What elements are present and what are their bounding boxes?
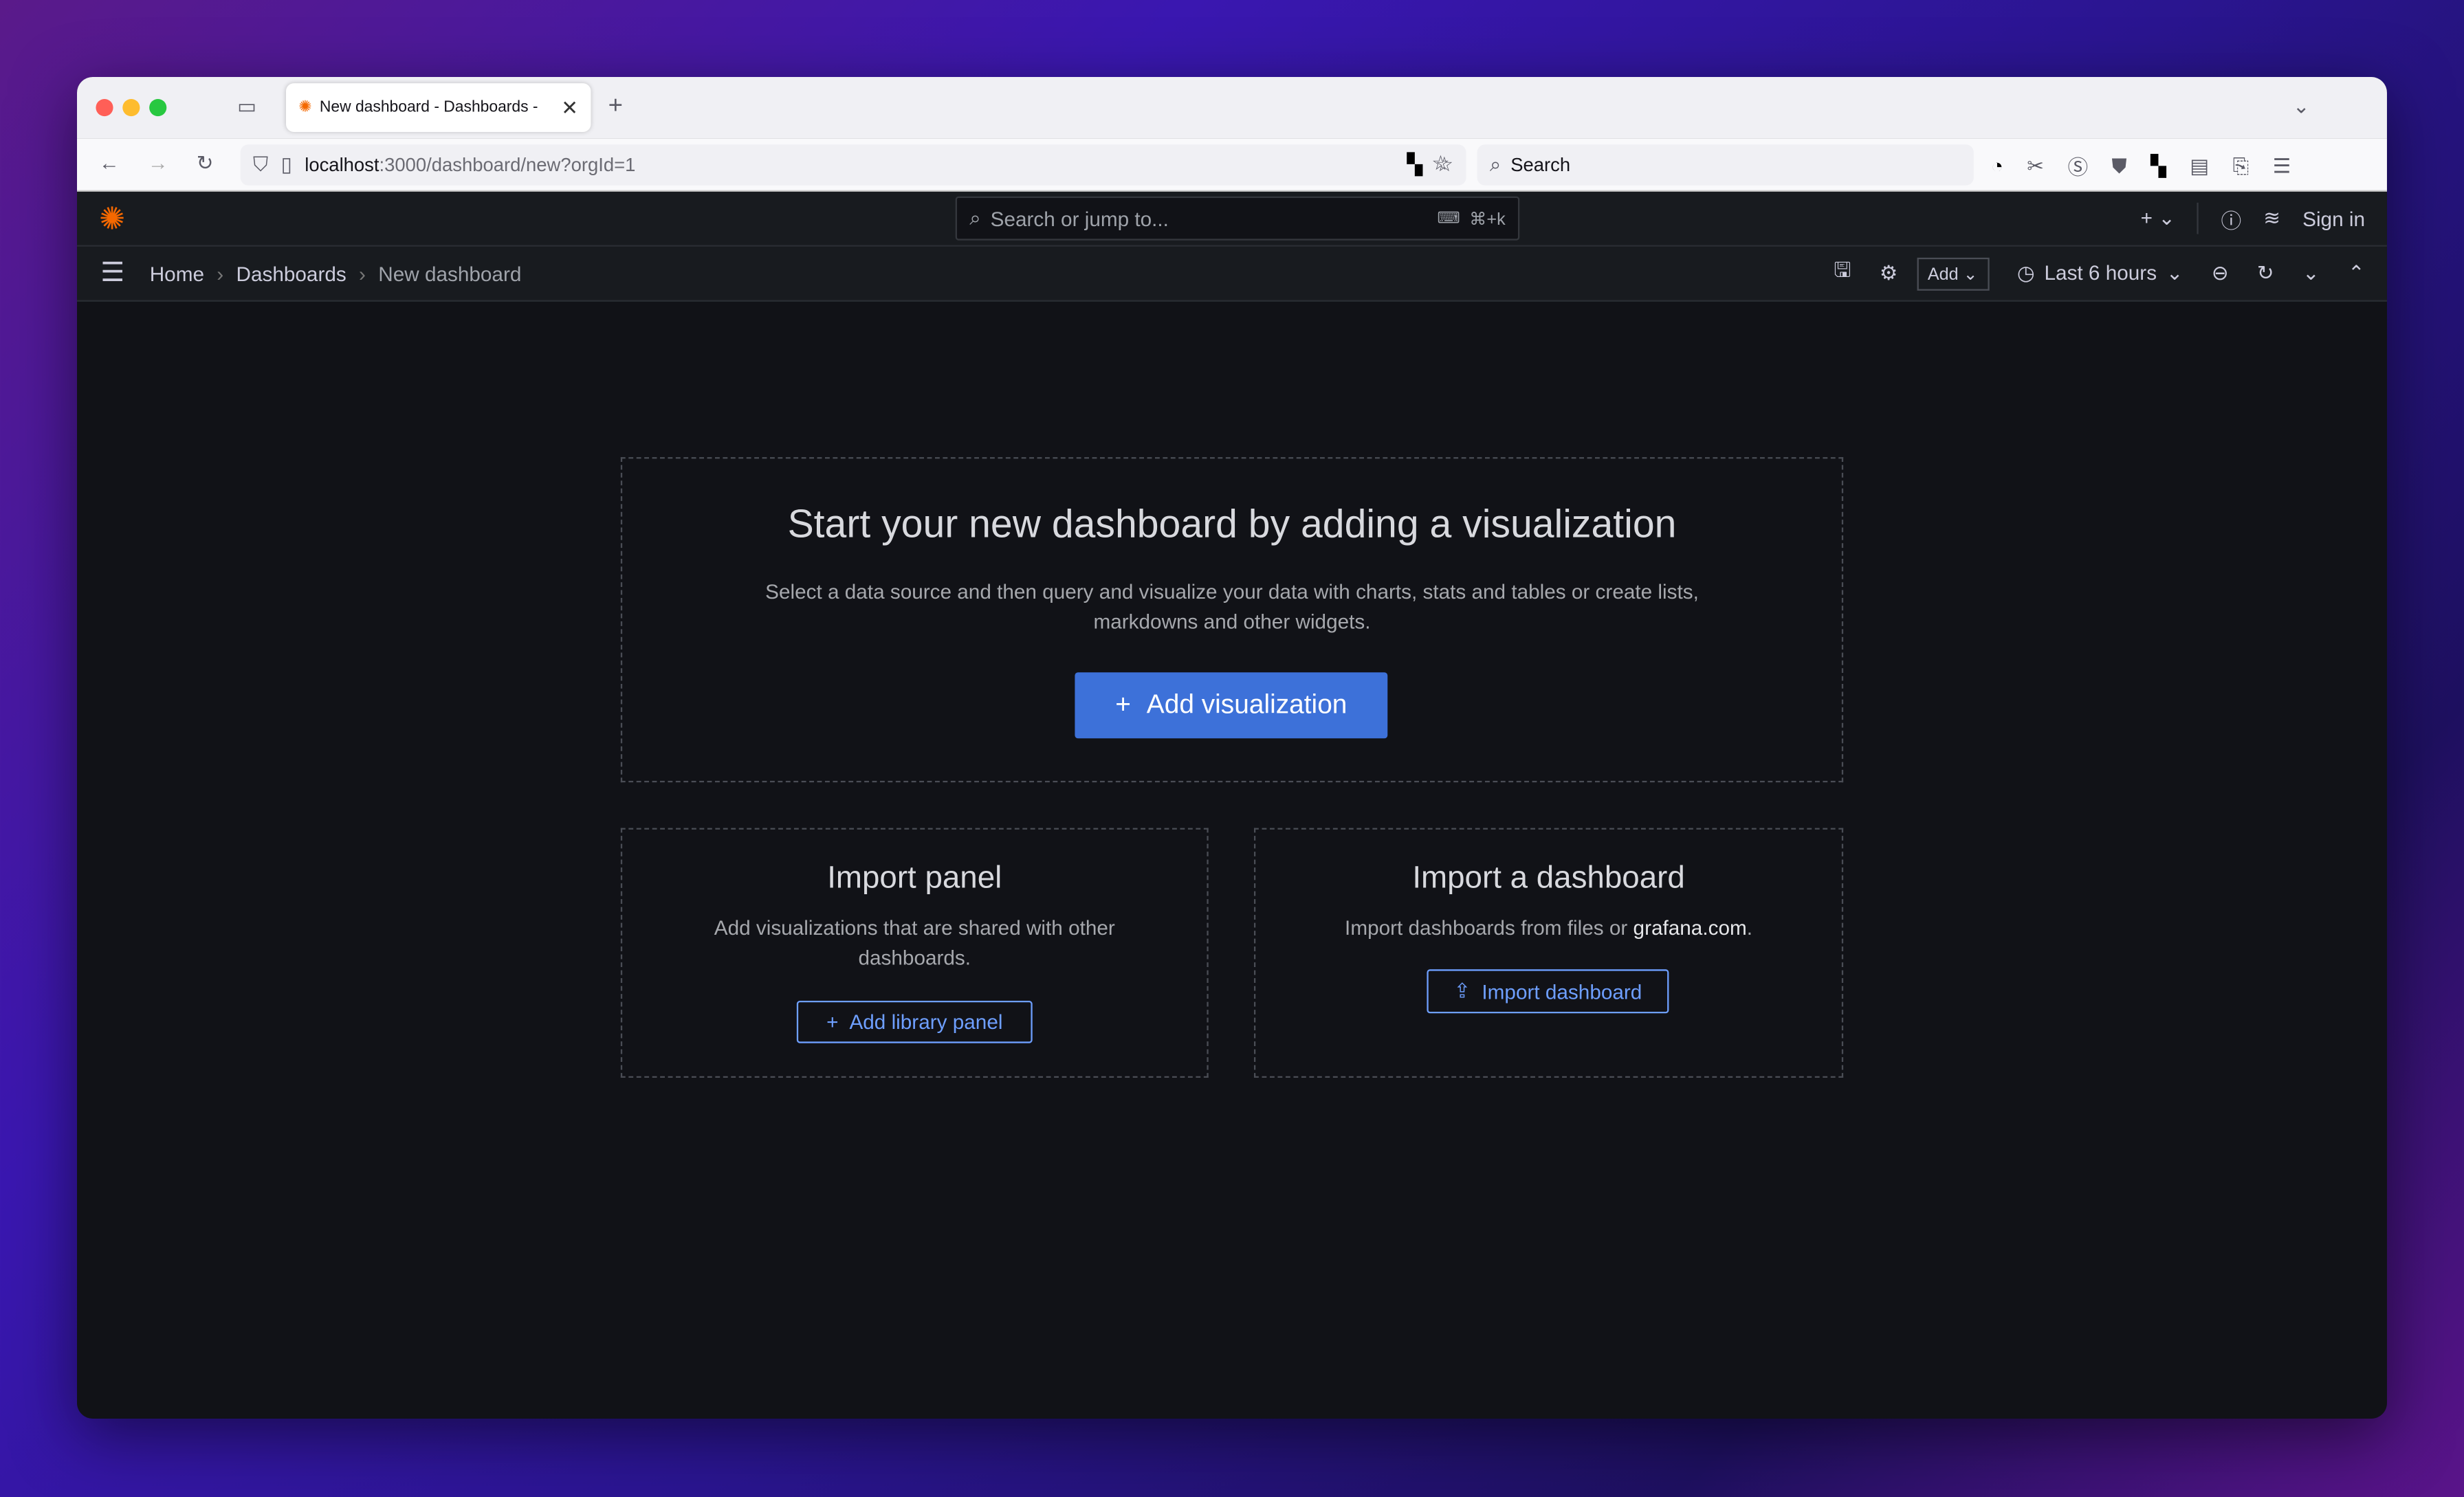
- help-icon[interactable]: ⓘ: [2221, 203, 2241, 233]
- breadcrumb-dashboards[interactable]: Dashboards: [236, 262, 346, 285]
- s-extension-icon[interactable]: Ⓢ: [2067, 151, 2088, 180]
- shield-icon: ⛉: [252, 152, 269, 176]
- hamburger-menu-icon[interactable]: ☰: [100, 258, 124, 289]
- browser-search-input[interactable]: ⌕ Search: [1477, 144, 1974, 186]
- url-path: :3000/dashboard/new?orgId=1: [379, 153, 636, 176]
- back-icon[interactable]: ←: [99, 151, 120, 174]
- grafana-search-input[interactable]: ⌕ Search or jump to... ⌨ ⌘+k: [955, 196, 1520, 241]
- plus-icon: +: [1115, 689, 1131, 720]
- grafana-logo-icon[interactable]: ✺: [99, 199, 125, 239]
- tab-new-dashboard[interactable]: ✺ New dashboard - Dashboards - ✕: [285, 83, 591, 132]
- page-icon: ▯: [280, 152, 292, 176]
- timer-extension-icon[interactable]: ◔: [1991, 151, 2003, 180]
- minimize-window-button[interactable]: [122, 98, 140, 117]
- add-dropdown-button[interactable]: Add ⌄: [1916, 256, 1989, 290]
- search-icon: ⌕: [969, 206, 981, 230]
- breadcrumb-current: New dashboard: [378, 261, 522, 285]
- url-bar[interactable]: ⛉ ▯ localhost:3000/dashboard/new?orgId=1…: [240, 144, 1466, 186]
- clock-icon: ◷: [2016, 260, 2035, 285]
- close-window-button[interactable]: [96, 98, 113, 117]
- search-icon: ⌕: [1489, 152, 1502, 176]
- new-tab-icon[interactable]: +: [608, 93, 623, 121]
- add-visualization-button[interactable]: + Add visualization: [1075, 672, 1388, 739]
- tab-bar: ▭ ✺ New dashboard - Dashboards - ✕ + ⌄: [76, 76, 2387, 139]
- refresh-icon[interactable]: ↻: [2257, 260, 2274, 286]
- grafana-favicon-icon: ✺: [298, 98, 312, 117]
- menu-icon[interactable]: ☰: [2273, 151, 2291, 180]
- empty-state-subtitle: Select a data source and then query and …: [765, 579, 1699, 634]
- bookmarks-icon[interactable]: ☆: [1431, 151, 1450, 176]
- apps-icon[interactable]: ▚: [1407, 153, 1422, 178]
- divider: [2197, 202, 2199, 234]
- close-tab-icon[interactable]: ✕: [561, 95, 578, 120]
- url-host: localhost: [305, 153, 380, 176]
- forward-icon[interactable]: →: [148, 151, 168, 174]
- import-dashboard-card: Import a dashboard Import dashboards fro…: [1253, 828, 1844, 1078]
- breadcrumb: Home › Dashboards › New dashboard: [149, 261, 522, 285]
- ublock-shield-icon[interactable]: ⛊: [2111, 151, 2126, 180]
- keyboard-icon: ⌨: [1437, 210, 1460, 228]
- new-plus-dropdown-icon[interactable]: + ⌄: [2141, 206, 2176, 231]
- save-dashboard-icon[interactable]: 🖫: [1834, 256, 1851, 291]
- sign-in-link[interactable]: Sign in: [2302, 207, 2365, 230]
- grid-extension-icon[interactable]: ▚: [2150, 151, 2166, 180]
- news-rss-icon[interactable]: ≋: [2263, 206, 2280, 231]
- plus-icon: +: [826, 1010, 839, 1034]
- empty-state-title: Start your new dashboard by adding a vis…: [787, 502, 1677, 547]
- add-library-panel-button[interactable]: + Add library panel: [796, 1000, 1033, 1043]
- address-toolbar: ← → ↻ ⛉ ▯ localhost:3000/dashboard/new?o…: [76, 138, 2387, 192]
- settings-gear-icon[interactable]: ⚙: [1880, 260, 1898, 286]
- dashboard-nav-bar: ☰ Home › Dashboards › New dashboard 🖫 ⚙ Ad…: [76, 246, 2387, 302]
- grafana-com-link[interactable]: grafana.com: [1634, 916, 1747, 940]
- grafana-top-bar: ✺ ⌕ Search or jump to... ⌨ ⌘+k + ⌄ ⓘ ≋ S…: [76, 191, 2387, 247]
- document-icon[interactable]: ▤: [2190, 151, 2209, 180]
- reload-icon[interactable]: ↻: [197, 151, 214, 176]
- tab-overview-icon[interactable]: ▭: [237, 94, 256, 120]
- chevron-down-icon[interactable]: ⌄: [2293, 94, 2310, 120]
- upload-icon: ⇪: [1453, 978, 1471, 1003]
- collapse-chevron-up-icon[interactable]: ⌃: [2348, 260, 2365, 286]
- zoom-out-icon[interactable]: ⊖: [2212, 260, 2229, 286]
- import-dashboard-button[interactable]: ⇪ Import dashboard: [1427, 969, 1669, 1014]
- scissors-extension-icon[interactable]: ✂: [2027, 151, 2044, 180]
- maximize-window-button[interactable]: [149, 98, 167, 117]
- time-range-picker[interactable]: ◷ Last 6 hours ⌄: [2017, 260, 2184, 286]
- extensions-puzzle-icon[interactable]: ⎘: [2233, 151, 2250, 180]
- refresh-interval-chevron-icon[interactable]: ⌄: [2302, 260, 2320, 286]
- breadcrumb-home[interactable]: Home: [150, 262, 204, 285]
